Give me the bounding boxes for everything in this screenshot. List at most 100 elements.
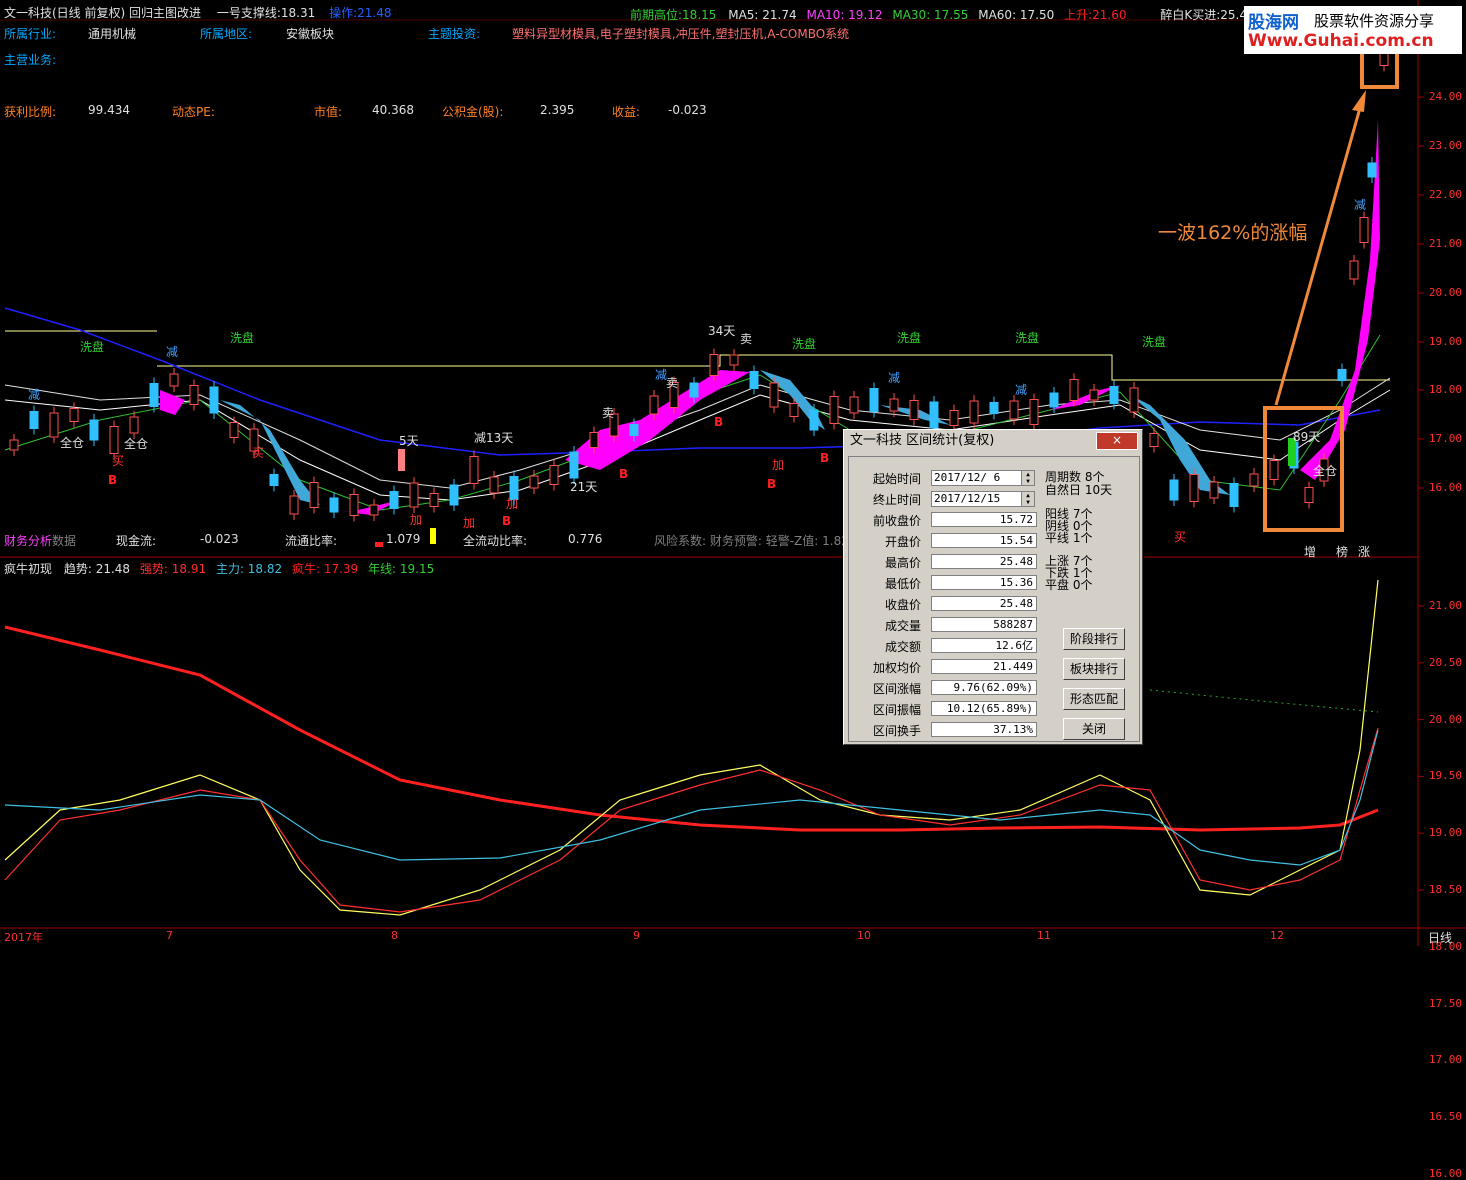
dialog-title: 文一科技 区间统计(复权): [850, 433, 995, 448]
candle-body: [1049, 392, 1059, 408]
candle-body: [1169, 479, 1179, 501]
candle-body: [229, 422, 239, 438]
candle-body: [929, 401, 939, 429]
end-time-value: 2017/12/15: [934, 492, 1001, 505]
period-label[interactable]: 日线: [1428, 929, 1452, 946]
stat-value-field: 10.12(65.89%): [931, 701, 1037, 716]
theme-label: 主题投资:: [428, 27, 481, 41]
signal-b-5: B: [767, 477, 777, 491]
y-tick-label: 23.00: [1428, 139, 1462, 152]
stat-value-field: 25.48: [931, 596, 1037, 611]
candle-body: [1069, 379, 1079, 401]
profit-ratio-label: 获利比例:: [4, 105, 57, 119]
data-label: 数据: [52, 534, 77, 548]
signal-zeng: 增: [1304, 545, 1317, 559]
candle-body: [1367, 162, 1377, 178]
stat-label: 收盘价: [884, 598, 921, 612]
reserve-label: 公积金(股):: [442, 105, 504, 119]
dialog-close-button[interactable]: ×: [1096, 432, 1138, 450]
business-label: 主营业务:: [4, 53, 57, 67]
close-button[interactable]: 关闭: [1063, 718, 1125, 740]
candle-body: [29, 411, 39, 429]
x-tick-label: 8: [391, 929, 398, 942]
cashflow-value: -0.023: [200, 532, 239, 546]
end-time-label: 终止时间: [872, 493, 921, 507]
candle-body: [49, 412, 59, 438]
candle-body: [69, 408, 79, 422]
stat-value-field: 15.54: [931, 533, 1037, 548]
candle-body: [909, 400, 919, 420]
zuibai-label: 醉白K买进:: [1160, 8, 1221, 22]
dialog-title-bar[interactable]: 文一科技 区间统计(复权) ×: [844, 430, 1142, 452]
signal-jia-4: 加: [772, 458, 785, 472]
signal-jian-4: 减: [888, 371, 901, 385]
candle-body: [1337, 369, 1347, 381]
candle-body: [949, 410, 959, 426]
start-time-field[interactable]: 2017/12/ 6 ▲ ▼: [931, 470, 1035, 486]
candle-body: [729, 354, 739, 366]
signal-mai-sell-2: 卖: [740, 332, 753, 346]
candle-body: [889, 398, 899, 412]
stage-rank-button[interactable]: 阶段排行: [1063, 628, 1125, 650]
candle-body: [209, 386, 219, 414]
candle-body: [129, 416, 139, 434]
signal-b-6: B: [820, 451, 830, 465]
stat-natural-days: 自然日 10天: [1045, 483, 1113, 497]
signal-mai-sell-3: 卖: [666, 376, 679, 390]
x-tick-label: 12: [1270, 929, 1284, 942]
signal-jia-2: 加: [463, 516, 476, 530]
candle-body: [409, 482, 419, 508]
pattern-match-button[interactable]: 形态匹配: [1063, 688, 1125, 710]
move-ratio-value: 0.776: [568, 532, 603, 546]
stat-label: 成交额: [884, 640, 921, 654]
ma60-text: MA60: 17.50: [978, 8, 1055, 22]
candle-body: [969, 400, 979, 424]
candle-body: [169, 373, 179, 387]
indicator-yearline: 年线: 19.15: [368, 562, 435, 576]
prev-high-label: 前期高位:: [630, 8, 683, 22]
y-tick-label: 17.50: [1428, 996, 1462, 1010]
signal-zhang: 涨: [1358, 545, 1371, 559]
signal-jian-2: 减: [28, 388, 41, 402]
y-tick-label: 19.00: [1428, 335, 1462, 348]
block-rank-button[interactable]: 板块排行: [1063, 658, 1125, 680]
y-tick-label: 22.00: [1428, 188, 1462, 201]
signal-mai-sell-1: 卖: [602, 406, 615, 420]
stat-value-field: 588287: [931, 617, 1037, 632]
region-label: 所属地区:: [200, 27, 253, 41]
y-tick-label: 16.50: [1428, 1110, 1462, 1124]
start-time-spinner[interactable]: ▲ ▼: [1021, 471, 1034, 485]
candle-body: [309, 482, 319, 508]
y-tick-label: 21.00: [1428, 237, 1462, 250]
signal-day13: 减13天: [474, 431, 514, 445]
indicator-name[interactable]: 疯牛初现: [4, 562, 52, 576]
fin-analysis-label[interactable]: 财务分析: [4, 532, 52, 549]
signal-jia-3: 加: [506, 497, 519, 511]
y-tick-label: 16.00: [1428, 1167, 1462, 1180]
signal-xipan-5: 洗盘: [1015, 331, 1040, 345]
cashflow-label: 现金流:: [116, 534, 157, 548]
end-time-field[interactable]: 2017/12/15 ▲ ▼: [931, 491, 1035, 507]
candle-body: [849, 396, 859, 414]
signal-xipan-2: 洗盘: [230, 331, 255, 345]
industry-label: 所属行业:: [4, 27, 57, 41]
signal-xipan-4: 洗盘: [897, 331, 922, 345]
candle-body: [189, 385, 199, 405]
y-tick-label: 19.00: [1428, 826, 1462, 840]
end-time-spinner[interactable]: ▲ ▼: [1021, 492, 1034, 506]
stat-period-count: 周期数 8个: [1045, 470, 1105, 484]
stat-label: 前收盘价: [872, 514, 921, 528]
ma-legend: 前期高位:18.15 MA5: 21.74 MA10: 19.12 MA30: …: [630, 6, 1296, 23]
candle-body: [9, 439, 19, 451]
signal-quancang-2: 全仓: [124, 437, 149, 451]
candle-body: [1349, 260, 1359, 280]
signal-quancang-3: 全仓: [1313, 464, 1338, 478]
region-value: 安徽板块: [286, 27, 335, 41]
signal-jia-1: 加: [410, 513, 423, 527]
candle-body: [789, 403, 799, 417]
mktcap-label: 市值:: [314, 105, 343, 119]
signal-jian-1: 减: [166, 345, 179, 359]
chart-canvas: [0, 0, 1466, 946]
candle-body: [449, 484, 459, 506]
candle-body: [149, 383, 159, 407]
